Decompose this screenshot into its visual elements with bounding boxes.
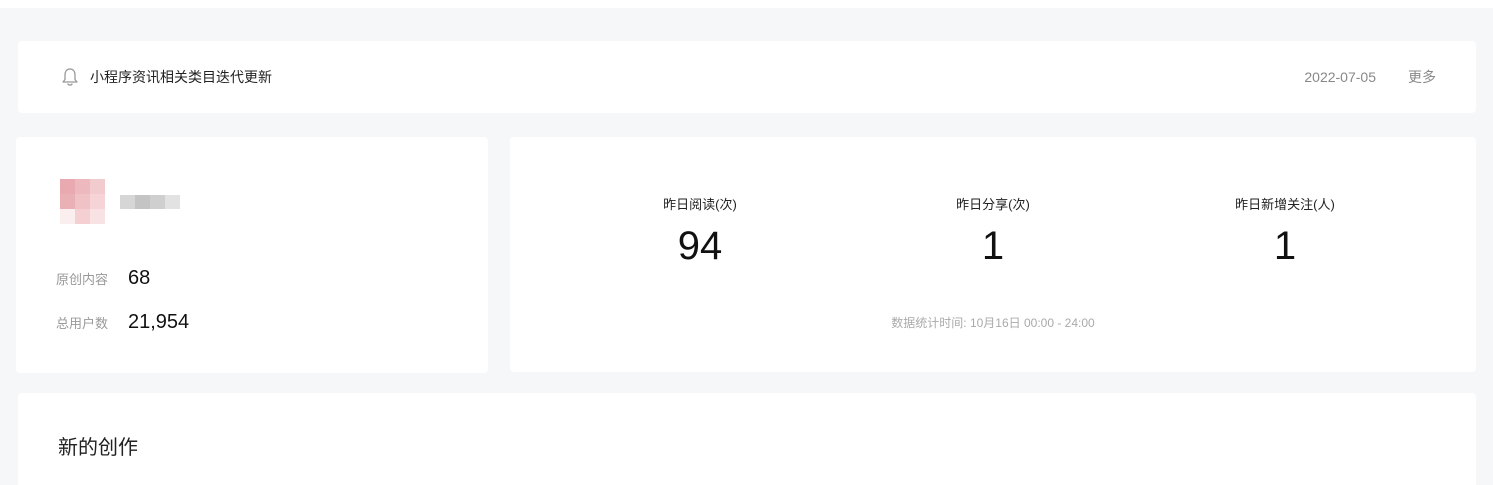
stat-label: 原创内容	[56, 272, 109, 287]
metric-new-followers[interactable]: 昨日新增关注(人) 1	[1175, 197, 1395, 269]
stat-label: 总用户数	[56, 316, 109, 331]
stats-time-range: 数据统计时间: 10月16日 00:00 - 24:00	[891, 316, 1095, 330]
notice-bar[interactable]: 小程序资讯相关类目迭代更新 2022-07-05 更多	[18, 41, 1476, 113]
stat-value: 68	[128, 267, 151, 289]
metric-value: 1	[981, 224, 1005, 268]
yesterday-metrics-card: 昨日阅读(次) 94 昨日分享(次) 1 昨日新增关注(人) 1 数据统计时间:…	[510, 137, 1476, 372]
metric-label: 昨日新增关注(人)	[1235, 197, 1335, 212]
avatar[interactable]	[60, 179, 105, 224]
account-profile-card: 原创内容 68 总用户数 21,954	[16, 137, 488, 373]
account-name-blurred	[120, 195, 180, 209]
metric-value: 94	[677, 224, 723, 268]
stat-original-content: 原创内容 68	[56, 267, 150, 290]
section-title: 新的创作	[58, 437, 138, 459]
new-creation-section: 新的创作	[18, 393, 1476, 485]
notice-date: 2022-07-05	[1304, 69, 1376, 85]
notice-more-link[interactable]: 更多	[1408, 68, 1436, 86]
top-bar	[0, 0, 1493, 8]
stat-value: 21,954	[128, 311, 190, 333]
metric-value: 1	[1273, 224, 1297, 268]
metric-label: 昨日阅读(次)	[663, 197, 737, 212]
dashboard-page: 小程序资讯相关类目迭代更新 2022-07-05 更多 原创内容 68 总用户数…	[0, 0, 1493, 485]
metric-label: 昨日分享(次)	[956, 197, 1030, 212]
metric-reads[interactable]: 昨日阅读(次) 94	[590, 197, 810, 269]
notice-title-link[interactable]: 小程序资讯相关类目迭代更新	[90, 68, 272, 86]
bell-icon	[62, 68, 78, 86]
stat-total-users: 总用户数 21,954	[56, 311, 189, 334]
metric-shares[interactable]: 昨日分享(次) 1	[883, 197, 1103, 269]
